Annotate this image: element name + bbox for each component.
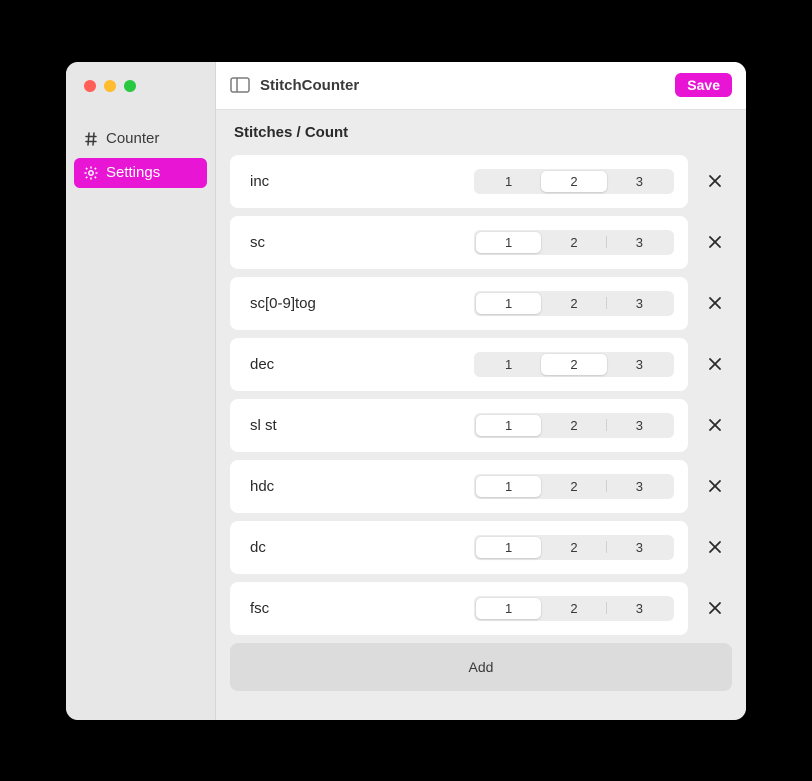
- stitch-row: sc[0-9]tog 123: [230, 277, 732, 330]
- count-segmented-control[interactable]: 123: [474, 352, 674, 377]
- segment-option[interactable]: 3: [607, 171, 672, 192]
- count-segmented-control[interactable]: 123: [474, 169, 674, 194]
- close-icon: [707, 295, 723, 311]
- stitch-name: sl st: [250, 417, 277, 434]
- segment-option[interactable]: 1: [476, 171, 541, 192]
- stitch-name: dec: [250, 356, 274, 373]
- hash-icon: [82, 130, 100, 148]
- segment-option[interactable]: 3: [607, 476, 672, 497]
- maximize-window-button[interactable]: [124, 80, 136, 92]
- stitch-row: inc 123: [230, 155, 732, 208]
- close-icon: [707, 173, 723, 189]
- sidebar-nav: Counter Settings: [66, 124, 215, 188]
- segment-option[interactable]: 3: [607, 598, 672, 619]
- stitch-card: hdc 123: [230, 460, 688, 513]
- stitch-row: sl st 123: [230, 399, 732, 452]
- segment-option[interactable]: 1: [476, 293, 541, 314]
- segment-option[interactable]: 2: [541, 293, 606, 314]
- delete-button[interactable]: [698, 347, 732, 381]
- content: Stitches / Count inc123sc123sc[0-9]tog12…: [216, 110, 746, 720]
- sidebar-item-counter[interactable]: Counter: [74, 124, 207, 154]
- segment-option[interactable]: 3: [607, 293, 672, 314]
- stitch-rows: inc123sc123sc[0-9]tog123dec123sl st123hd…: [230, 155, 732, 635]
- segment-option[interactable]: 3: [607, 232, 672, 253]
- close-icon: [707, 478, 723, 494]
- stitch-name: fsc: [250, 600, 269, 617]
- toolbar: StitchCounter Save: [216, 62, 746, 110]
- delete-button[interactable]: [698, 469, 732, 503]
- toolbar-left: StitchCounter: [230, 77, 359, 94]
- stitch-row: hdc 123: [230, 460, 732, 513]
- delete-button[interactable]: [698, 286, 732, 320]
- count-segmented-control[interactable]: 123: [474, 596, 674, 621]
- add-button[interactable]: Add: [230, 643, 732, 691]
- save-button[interactable]: Save: [675, 73, 732, 97]
- segment-option[interactable]: 2: [541, 476, 606, 497]
- sidebar-item-label: Settings: [106, 164, 160, 181]
- stitch-card: dc 123: [230, 521, 688, 574]
- sidebar: Counter Settings: [66, 62, 215, 720]
- segment-option[interactable]: 3: [607, 537, 672, 558]
- segment-option[interactable]: 2: [541, 232, 606, 253]
- delete-button[interactable]: [698, 225, 732, 259]
- stitch-card: dec 123: [230, 338, 688, 391]
- close-icon: [707, 539, 723, 555]
- delete-button[interactable]: [698, 164, 732, 198]
- stitch-card: sl st 123: [230, 399, 688, 452]
- app-window: Counter Settings StitchCounter Save Stitc…: [66, 62, 746, 720]
- window-controls: [66, 80, 215, 92]
- main-pane: StitchCounter Save Stitches / Count inc 1…: [215, 62, 746, 720]
- count-segmented-control[interactable]: 123: [474, 474, 674, 499]
- count-segmented-control[interactable]: 123: [474, 535, 674, 560]
- segment-option[interactable]: 2: [541, 598, 606, 619]
- sidebar-item-label: Counter: [106, 130, 159, 147]
- stitch-row: sc 123: [230, 216, 732, 269]
- segment-option[interactable]: 3: [607, 354, 672, 375]
- stitch-name: hdc: [250, 478, 274, 495]
- stitch-card: fsc 123: [230, 582, 688, 635]
- stitch-name: sc[0-9]tog: [250, 295, 316, 312]
- stitch-name: inc: [250, 173, 269, 190]
- close-icon: [707, 356, 723, 372]
- stitch-row: dc 123: [230, 521, 732, 574]
- close-icon: [707, 600, 723, 616]
- segment-option[interactable]: 2: [541, 171, 606, 192]
- delete-button[interactable]: [698, 591, 732, 625]
- segment-option[interactable]: 2: [541, 415, 606, 436]
- close-icon: [707, 234, 723, 250]
- stitch-row: dec 123: [230, 338, 732, 391]
- delete-button[interactable]: [698, 530, 732, 564]
- app-title: StitchCounter: [260, 77, 359, 94]
- segment-option[interactable]: 1: [476, 537, 541, 558]
- sidebar-item-settings[interactable]: Settings: [74, 158, 207, 188]
- count-segmented-control[interactable]: 123: [474, 291, 674, 316]
- gear-icon: [82, 164, 100, 182]
- sidebar-toggle-icon[interactable]: [230, 77, 250, 93]
- segment-option[interactable]: 1: [476, 232, 541, 253]
- segment-option[interactable]: 1: [476, 354, 541, 375]
- segment-option[interactable]: 2: [541, 354, 606, 375]
- segment-option[interactable]: 3: [607, 415, 672, 436]
- minimize-window-button[interactable]: [104, 80, 116, 92]
- count-segmented-control[interactable]: 123: [474, 230, 674, 255]
- segment-option[interactable]: 1: [476, 598, 541, 619]
- stitch-name: sc: [250, 234, 265, 251]
- section-title: Stitches / Count: [230, 124, 732, 141]
- stitch-row: fsc 123: [230, 582, 732, 635]
- segment-option[interactable]: 2: [541, 537, 606, 558]
- segment-option[interactable]: 1: [476, 476, 541, 497]
- close-window-button[interactable]: [84, 80, 96, 92]
- segment-option[interactable]: 1: [476, 415, 541, 436]
- count-segmented-control[interactable]: 123: [474, 413, 674, 438]
- delete-button[interactable]: [698, 408, 732, 442]
- stitch-card: sc[0-9]tog 123: [230, 277, 688, 330]
- close-icon: [707, 417, 723, 433]
- stitch-name: dc: [250, 539, 266, 556]
- stitch-card: sc 123: [230, 216, 688, 269]
- stitch-card: inc 123: [230, 155, 688, 208]
